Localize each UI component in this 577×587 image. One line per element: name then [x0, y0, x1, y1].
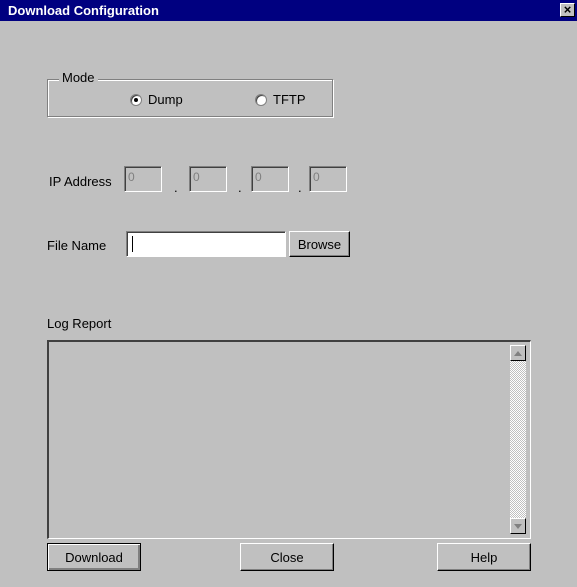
- log-report-area[interactable]: [47, 340, 531, 539]
- ip-dot-3: .: [298, 180, 302, 195]
- scroll-up-button[interactable]: [510, 345, 526, 361]
- ip-dot-2: .: [238, 180, 242, 195]
- close-button-label: Close: [270, 549, 304, 565]
- radio-dump-indicator[interactable]: [130, 93, 142, 106]
- radio-tftp[interactable]: TFTP: [255, 92, 306, 107]
- ip-octet-4[interactable]: 0: [309, 166, 347, 192]
- ip-octet-1[interactable]: 0: [124, 166, 162, 192]
- browse-button[interactable]: Browse: [289, 231, 350, 257]
- close-button[interactable]: Close: [240, 543, 334, 571]
- help-button[interactable]: Help: [437, 543, 531, 571]
- scroll-down-arrow-icon: [514, 523, 522, 529]
- title-bar: Download Configuration ×: [0, 0, 577, 21]
- log-scrollbar[interactable]: [510, 345, 526, 534]
- scroll-down-button[interactable]: [510, 518, 526, 534]
- close-icon: ×: [563, 2, 572, 17]
- download-button[interactable]: Download: [47, 543, 141, 571]
- radio-dump[interactable]: Dump: [130, 92, 183, 107]
- ip-octet-3[interactable]: 0: [251, 166, 289, 192]
- mode-legend: Mode: [59, 70, 98, 85]
- file-name-input[interactable]: [126, 231, 286, 257]
- scroll-up-arrow-icon: [514, 350, 522, 356]
- download-button-label: Download: [65, 549, 123, 565]
- ip-octet-2[interactable]: 0: [189, 166, 227, 192]
- radio-dump-label: Dump: [148, 92, 183, 107]
- help-button-label: Help: [470, 549, 498, 565]
- ip-dot-1: .: [174, 180, 178, 195]
- file-name-label: File Name: [47, 238, 107, 253]
- browse-button-label: Browse: [297, 236, 342, 252]
- text-caret: [132, 236, 133, 252]
- radio-tftp-label: TFTP: [273, 92, 306, 107]
- ip-address-label: IP Address: [49, 174, 112, 189]
- window-title: Download Configuration: [8, 3, 159, 18]
- close-window-button[interactable]: ×: [560, 3, 575, 17]
- radio-tftp-indicator[interactable]: [255, 93, 267, 106]
- log-report-label: Log Report: [47, 316, 112, 331]
